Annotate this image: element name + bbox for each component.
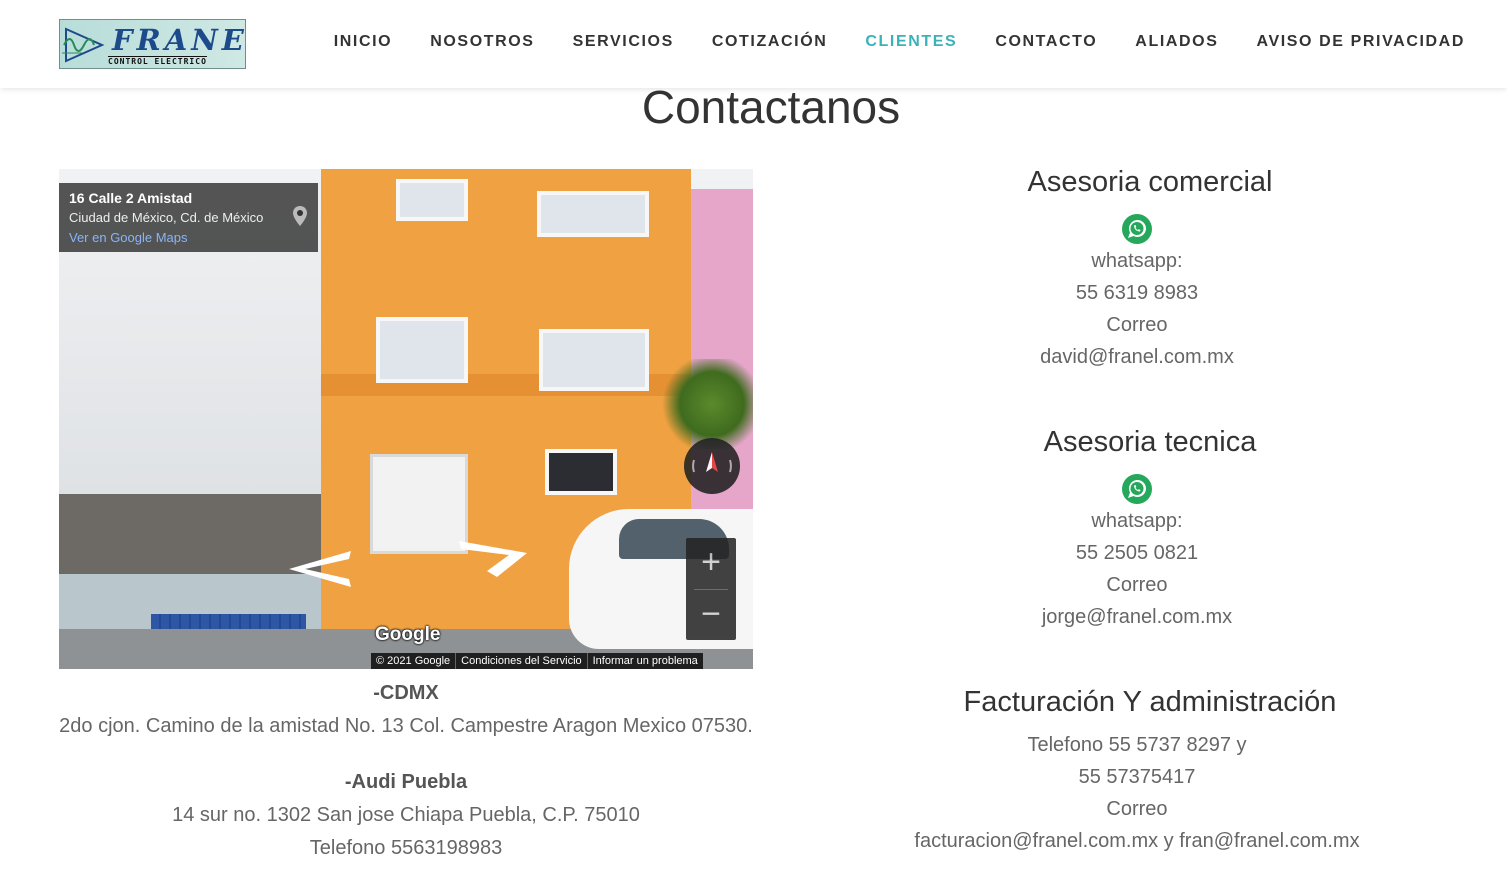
contact-phone[interactable]: Telefono 55 5737 8297 y (900, 729, 1374, 761)
location-audi-puebla: -Audi Puebla 14 sur no. 1302 San jose Ch… (59, 771, 753, 860)
sv-arrow-right-icon[interactable] (457, 539, 547, 579)
contact-comercial: Asesoria comercial whatsapp: 55 6319 898… (900, 166, 1374, 373)
view-google-maps-link[interactable]: Ver en Google Maps (69, 230, 188, 245)
contact-tecnica: Asesoria tecnica whatsapp: 55 2505 0821 … (900, 426, 1374, 633)
map-footer: © 2021 Google Condiciones del Servicio I… (371, 653, 703, 669)
zoom-out-button[interactable]: − (686, 590, 736, 640)
page-title: Contactanos (641, 81, 901, 133)
contact-phone[interactable]: 55 57375417 (900, 761, 1374, 793)
contact-label: Correo (1106, 798, 1168, 820)
sv-window (545, 449, 617, 495)
copyright-text: © 2021 Google (371, 653, 457, 669)
nav-aviso-privacidad[interactable]: AVISO DE PRIVACIDAD (1257, 33, 1466, 51)
location-cdmx: -CDMX 2do cjon. Camino de la amistad No.… (59, 682, 753, 738)
nav-aliados[interactable]: ALIADOS (1135, 33, 1218, 51)
nav-cotizacion[interactable]: COTIZACIÓN (712, 33, 828, 51)
contact-label: Correo (1106, 574, 1168, 596)
contact-facturacion: Facturación Y administración Telefono 55… (900, 686, 1374, 857)
contact-email[interactable]: jorge@franel.com.mx (900, 601, 1374, 633)
sv-tree (657, 359, 753, 449)
nav-nosotros[interactable]: NOSOTROS (430, 33, 534, 51)
sv-window (539, 329, 649, 391)
location-address: 14 sur no. 1302 San jose Chiapa Puebla, … (172, 804, 640, 826)
sv-garage-door (370, 454, 468, 554)
sv-window (537, 191, 649, 237)
contact-phone[interactable]: 55 6319 8983 (900, 277, 1374, 309)
nav-inicio[interactable]: INICIO (334, 33, 393, 51)
site-header: FRANEL CONTROL ELECTRICO INICIO NOSOTROS… (0, 0, 1507, 88)
contact-email[interactable]: facturacion@franel.com.mx y fran@franel.… (900, 825, 1374, 857)
contact-label: whatsapp: (1091, 510, 1183, 532)
main-nav: INICIO NOSOTROS SERVICIOS COTIZACIÓN CLI… (296, 33, 1465, 51)
contact-email[interactable]: david@franel.com.mx (900, 341, 1374, 373)
terms-link[interactable]: Condiciones del Servicio (456, 653, 588, 669)
location-address: 2do cjon. Camino de la amistad No. 13 Co… (59, 715, 753, 737)
street-view-embed[interactable]: 16 Calle 2 Amistad Ciudad de México, Cd.… (59, 169, 753, 669)
map-pin-icon[interactable] (292, 205, 308, 227)
contact-label: whatsapp: (1091, 250, 1183, 272)
contact-heading: Facturación Y administración (963, 686, 1337, 718)
logo-subtext: CONTROL ELECTRICO (108, 56, 207, 66)
place-title: 16 Calle 2 Amistad (69, 190, 193, 206)
whatsapp-icon[interactable] (1121, 473, 1153, 505)
location-phone: Telefono 5563198983 (309, 837, 503, 859)
google-logo: Google (375, 624, 441, 645)
sv-window (396, 179, 468, 221)
nav-servicios[interactable]: SERVICIOS (573, 33, 674, 51)
logo-graphic-icon (62, 27, 105, 63)
sv-window (376, 317, 468, 383)
franel-logo[interactable]: FRANEL CONTROL ELECTRICO (59, 19, 246, 69)
place-address: Ciudad de México, Cd. de México (69, 210, 264, 225)
location-heading: -Audi Puebla (344, 771, 468, 793)
contact-heading: Asesoria tecnica (1043, 426, 1257, 458)
nav-clientes[interactable]: CLIENTES (865, 33, 957, 51)
zoom-controls: + − (686, 538, 736, 640)
nav-contacto[interactable]: CONTACTO (995, 33, 1097, 51)
contact-heading: Asesoria comercial (1027, 166, 1273, 198)
zoom-in-button[interactable]: + (686, 538, 736, 588)
contact-label: Correo (1106, 314, 1168, 336)
place-info-box: 16 Calle 2 Amistad Ciudad de México, Cd.… (59, 183, 318, 252)
contact-phone[interactable]: 55 2505 0821 (900, 537, 1374, 569)
report-problem-link[interactable]: Informar un problema (588, 653, 703, 669)
compass-icon[interactable] (684, 438, 740, 494)
whatsapp-icon[interactable] (1121, 213, 1153, 245)
location-heading: -CDMX (373, 682, 439, 704)
logo-text: FRANEL (112, 23, 246, 57)
sv-arrow-left-icon[interactable] (281, 549, 371, 589)
